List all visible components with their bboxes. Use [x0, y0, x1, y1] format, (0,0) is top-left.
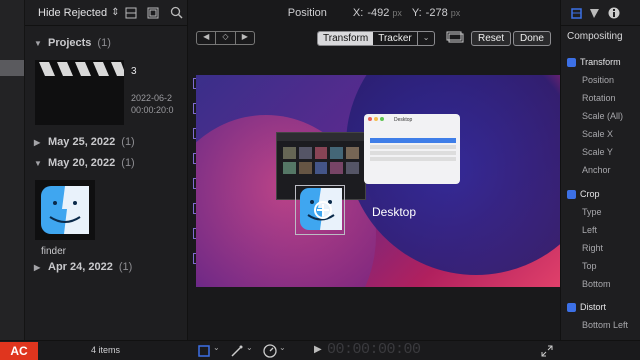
projects-title: Projects	[48, 37, 92, 49]
inspector-row[interactable]: Bottom Left	[567, 316, 640, 333]
section-title: Crop	[580, 189, 600, 199]
finder-icon	[41, 186, 89, 234]
filmstrip-icon[interactable]	[147, 7, 159, 19]
inspector-row[interactable]: Scale X	[567, 125, 640, 142]
event-label: May 20, 2022	[48, 157, 116, 169]
inspector-row[interactable]: Left	[567, 221, 640, 238]
inspector-row[interactable]: Scale Y	[567, 143, 640, 160]
disclosure-open-icon[interactable]: ▼	[34, 39, 42, 48]
library-selection[interactable]	[0, 60, 24, 76]
event-label: May 25, 2022	[48, 136, 116, 148]
filter-popup[interactable]: Hide Rejected	[38, 7, 107, 19]
video-inspector-icon[interactable]	[571, 8, 582, 19]
disclosure-closed-icon[interactable]: ▶	[34, 138, 42, 147]
reset-button[interactable]: Reset	[471, 31, 512, 46]
magic-wand-icon[interactable]	[230, 344, 244, 358]
add-keyframe-icon[interactable]: ◇	[215, 32, 236, 44]
transform-section[interactable]: Transform	[567, 53, 640, 71]
next-keyframe-icon[interactable]: ▶	[236, 32, 254, 44]
tracker-mode-button[interactable]: Tracker	[373, 32, 417, 45]
channel-badge: AC	[0, 342, 38, 360]
section-title: Distort	[580, 302, 607, 312]
browser-toolbar: Hide Rejected ⇕	[25, 0, 188, 26]
transform-tool-icon[interactable]	[197, 344, 211, 358]
distort-section[interactable]: Distort	[567, 298, 640, 316]
bottom-bar: AC 4 items ⌄ ⌄ ⌄ ▶ 00:00:00:00	[0, 340, 640, 360]
y-unit: px	[450, 8, 461, 18]
transform-center-handle[interactable]	[312, 199, 334, 221]
viewer: Position X: -492 px Y: -278 px ◀ ◇ ▶ Tra…	[188, 0, 560, 340]
project-duration: 00:00:20:0	[131, 105, 174, 115]
inspector-row[interactable]: Position	[567, 71, 640, 88]
x-label: X:	[352, 7, 364, 19]
inspector-row[interactable]: Right	[567, 239, 640, 256]
library-sidebar	[0, 0, 25, 340]
checkbox-icon[interactable]	[567, 189, 576, 199]
inspector-row[interactable]: Bottom	[567, 275, 640, 292]
disclosure-open-icon[interactable]: ▼	[34, 159, 42, 168]
event-count: (1)	[121, 157, 135, 169]
inspector: Compositing Transform Position Rotation …	[560, 0, 640, 360]
audio-inspector-icon[interactable]	[589, 8, 600, 19]
fullscreen-icon[interactable]	[541, 345, 553, 357]
chevron-down-icon[interactable]: ⌄	[279, 343, 286, 352]
inspector-row[interactable]: Scale (All)	[567, 107, 640, 124]
transform-mode-button[interactable]: Transform	[318, 32, 374, 45]
checkbox-icon[interactable]	[567, 302, 576, 312]
inspector-row[interactable]: Type	[567, 203, 640, 220]
event-header[interactable]: ▶ May 25, 2022 (1)	[34, 136, 135, 148]
play-icon[interactable]: ▶	[314, 344, 322, 355]
y-label: Y:	[411, 7, 422, 19]
finder-clip-thumbnail[interactable]	[35, 180, 95, 240]
updown-icon[interactable]: ⇕	[111, 7, 119, 18]
position-label: Position	[287, 7, 327, 19]
crop-section[interactable]: Crop	[567, 185, 640, 203]
projects-header[interactable]: ▼ Projects (1)	[34, 37, 111, 49]
clip-appearance-icon[interactable]	[125, 7, 137, 19]
clapper-icon	[35, 60, 124, 78]
disclosure-closed-icon[interactable]: ▶	[34, 263, 42, 272]
inspector-row[interactable]: Top	[567, 257, 640, 274]
y-value: -278	[425, 7, 448, 19]
chevron-down-icon[interactable]: ⌄	[213, 343, 220, 352]
inspector-tabs	[561, 0, 640, 26]
chevron-down-icon[interactable]: ⌄	[246, 343, 253, 352]
x-unit: px	[392, 8, 402, 18]
overlay-text: Desktop	[372, 205, 417, 219]
inspector-row[interactable]: Anchor	[567, 161, 640, 178]
keyframe-nav: ◀ ◇ ▶	[196, 31, 255, 45]
speed-icon[interactable]	[263, 344, 277, 358]
mode-switch: Transform Tracker ⌄	[317, 31, 436, 46]
event-label: Apr 24, 2022	[48, 261, 113, 273]
event-header[interactable]: ▼ May 20, 2022 (1)	[34, 157, 135, 169]
clip-name: finder	[41, 246, 67, 257]
chevron-down-icon[interactable]: ⌄	[416, 32, 435, 45]
event-header[interactable]: ▶ Apr 24, 2022 (1)	[34, 261, 132, 273]
x-value: -492	[367, 7, 390, 19]
compositing-label[interactable]: Compositing	[567, 31, 623, 42]
section-title: Transform	[580, 57, 621, 67]
project-thumbnail[interactable]	[35, 60, 124, 125]
browser-panel: Hide Rejected ⇕ ▼ Projects (1) 3 2022-06…	[0, 0, 188, 360]
desktop-window: Desktop	[364, 114, 460, 184]
info-icon[interactable]	[608, 7, 620, 19]
prev-keyframe-icon[interactable]: ◀	[197, 32, 215, 44]
desktop-window-title: Desktop	[394, 117, 413, 123]
project-name: 3	[131, 66, 137, 77]
event-count: (1)	[121, 136, 135, 148]
done-button[interactable]: Done	[513, 31, 551, 46]
inspector-row[interactable]: Rotation	[567, 89, 640, 106]
checkbox-icon[interactable]	[567, 57, 576, 67]
search-icon[interactable]	[170, 6, 183, 19]
position-readout: Position X: -492 px Y: -278 px	[188, 0, 560, 26]
video-frame[interactable]: Desktop Desktop	[196, 75, 560, 287]
traffic-lights: Desktop	[364, 114, 460, 124]
items-count: 4 items	[91, 345, 121, 355]
event-count: (1)	[118, 261, 133, 273]
timecode: 00:00:00:00	[327, 341, 421, 358]
projects-count: (1)	[97, 37, 111, 49]
project-date: 2022-06-2	[131, 93, 173, 103]
crop-icon[interactable]	[446, 31, 466, 45]
